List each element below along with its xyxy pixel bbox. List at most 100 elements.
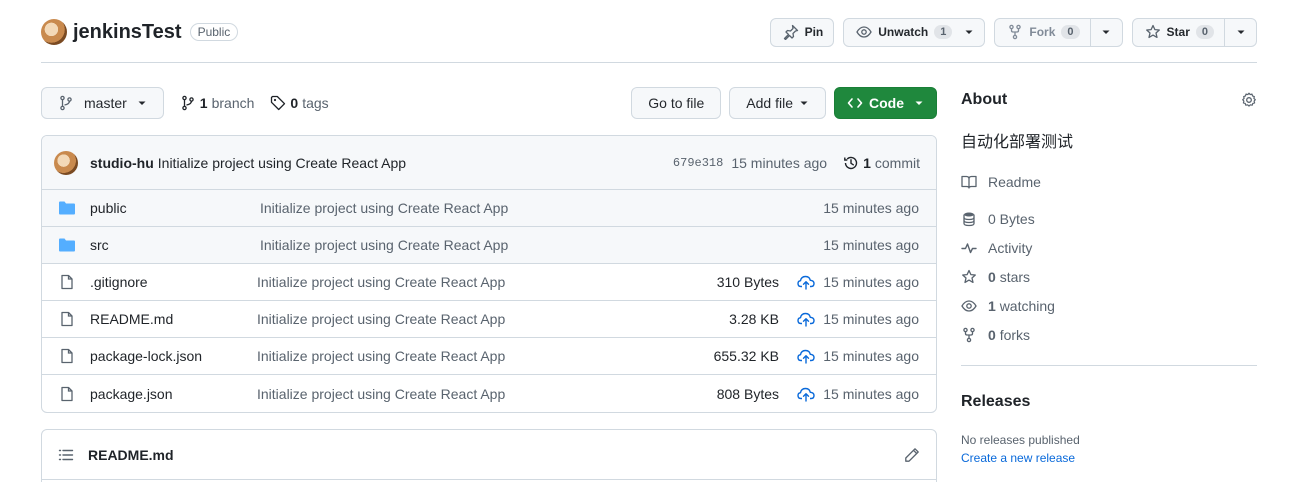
file-name[interactable]: README.md [90, 311, 257, 327]
activity-link[interactable]: Activity [961, 233, 1257, 262]
go-to-file-button[interactable]: Go to file [631, 87, 722, 119]
file-commit-message[interactable]: Initialize project using Create React Ap… [260, 200, 823, 216]
file-name[interactable]: package-lock.json [90, 348, 257, 364]
add-file-button[interactable]: Add file [729, 87, 826, 119]
about-section: About 自动化部署测试 Readme 0 Bytes Activity 0 … [961, 87, 1257, 349]
cloud-upload-icon[interactable] [797, 348, 815, 364]
commit-author-avatar[interactable] [54, 150, 78, 175]
file-row[interactable]: .gitignore Initialize project using Crea… [42, 264, 936, 301]
stars-word: stars [999, 268, 1031, 285]
file-age: 15 minutes ago [823, 237, 919, 253]
star-dropdown[interactable] [1224, 18, 1256, 46]
forks-count: 0 [988, 326, 996, 343]
tag-icon [271, 95, 286, 111]
file-commit-message[interactable]: Initialize project using Create React Ap… [260, 237, 823, 253]
latest-commit: studio-hu Initialize project using Creat… [42, 136, 936, 190]
file-commit-message[interactable]: Initialize project using Create React Ap… [257, 274, 699, 290]
list-icon[interactable] [58, 447, 74, 463]
repo-name[interactable]: jenkinsTest [73, 21, 182, 44]
fork-label: Fork [1029, 25, 1056, 39]
branch-selector[interactable]: master [41, 87, 164, 119]
file-icon [58, 311, 76, 327]
fork-dropdown[interactable] [1089, 18, 1122, 46]
visibility-badge: Public [189, 23, 239, 41]
file-age: 15 minutes ago [823, 200, 919, 216]
activity-label: Activity [988, 239, 1033, 256]
add-file-label: Add file [746, 95, 793, 111]
code-toolbar: master 1 branch 0 tags Go to file Add fi… [41, 87, 937, 119]
file-commit-message[interactable]: Initialize project using Create React Ap… [257, 348, 699, 364]
readme-title[interactable]: README.md [88, 447, 174, 463]
stars-link[interactable]: 0 stars [961, 262, 1257, 291]
file-commit-message[interactable]: Initialize project using Create React Ap… [257, 311, 699, 327]
owner-avatar[interactable] [41, 19, 67, 45]
commit-word: commit [874, 154, 920, 171]
readme-header: README.md [42, 430, 936, 480]
tags-link[interactable]: 0 tags [270, 95, 329, 111]
readme-panel: README.md [41, 429, 937, 482]
releases-title[interactable]: Releases [961, 393, 1030, 411]
file-size: 310 Bytes [716, 274, 779, 290]
file-name[interactable]: public [90, 200, 260, 216]
commit-history-link[interactable]: 1 commit [843, 155, 920, 171]
caret-down-icon [1237, 30, 1244, 34]
watching-link[interactable]: 1 watching [961, 291, 1257, 320]
cloud-upload-icon[interactable] [797, 386, 815, 402]
file-row[interactable]: README.md Initialize project using Creat… [42, 301, 936, 338]
file-icon [58, 274, 76, 290]
star-label: Star [1166, 25, 1190, 39]
file-size: 808 Bytes [716, 385, 779, 402]
commit-age: 15 minutes ago [731, 154, 828, 171]
file-age: 15 minutes ago [823, 385, 919, 402]
pin-label: Pin [804, 25, 824, 39]
star-counter: 0 [1195, 25, 1214, 39]
tag-count: 0 [290, 95, 299, 111]
cloud-upload-icon[interactable] [797, 274, 815, 290]
go-to-file-label: Go to file [648, 95, 705, 111]
pin-button[interactable]: Pin [769, 17, 835, 47]
repo-size: 0 Bytes [961, 204, 1257, 233]
file-icon [58, 348, 76, 364]
file-commit-message[interactable]: Initialize project using Create React Ap… [257, 386, 699, 402]
gear-icon[interactable] [1241, 92, 1257, 108]
repo-header: jenkinsTest Public Pin Unwatch 1 Fork 0 [41, 14, 1257, 50]
sidebar-divider [961, 365, 1257, 366]
stars-count: 0 [988, 268, 996, 285]
create-release-link[interactable]: Create a new release [961, 451, 1075, 465]
unwatch-button[interactable]: Unwatch 1 [843, 17, 986, 47]
commit-message[interactable]: Initialize project using Create React Ap… [158, 155, 406, 171]
file-name[interactable]: .gitignore [90, 274, 257, 290]
forks-link[interactable]: 0 forks [961, 320, 1257, 349]
commit-author[interactable]: studio-hu [90, 155, 154, 171]
database-icon [963, 212, 975, 226]
star-button[interactable]: Star 0 [1131, 17, 1257, 47]
star-icon [1145, 24, 1160, 39]
file-age: 15 minutes ago [823, 274, 919, 290]
caret-down-icon [965, 30, 973, 34]
file-row[interactable]: package.json Initialize project using Cr… [42, 375, 936, 412]
branch-word: branch [211, 95, 255, 111]
code-label: Code [869, 95, 904, 111]
file-name[interactable]: package.json [90, 386, 257, 402]
branches-link[interactable]: 1 branch [180, 95, 255, 111]
watching-word: watching [999, 297, 1055, 314]
file-name[interactable]: src [90, 237, 260, 253]
file-row[interactable]: package-lock.json Initialize project usi… [42, 338, 936, 375]
caret-down-icon [1102, 30, 1110, 34]
cloud-upload-icon[interactable] [797, 311, 815, 327]
file-row[interactable]: src Initialize project using Create Reac… [42, 227, 936, 264]
commit-sha[interactable]: 679e318 [673, 156, 723, 170]
watch-counter: 1 [934, 25, 953, 39]
history-icon [844, 156, 858, 169]
commit-meta: 679e318 15 minutes ago 1 commit [673, 155, 920, 171]
fork-button[interactable]: Fork 0 [994, 17, 1123, 47]
repo-size-value: 0 Bytes [988, 210, 1035, 227]
repo-actions: Pin Unwatch 1 Fork 0 Star 0 [769, 17, 1257, 47]
fork-icon [1009, 24, 1022, 40]
pencil-icon[interactable] [904, 447, 920, 463]
folder-icon [58, 200, 76, 216]
readme-link[interactable]: Readme [961, 167, 1257, 196]
file-row[interactable]: public Initialize project using Create R… [42, 190, 936, 227]
readme-link-label: Readme [988, 173, 1041, 190]
code-button[interactable]: Code [834, 87, 937, 119]
